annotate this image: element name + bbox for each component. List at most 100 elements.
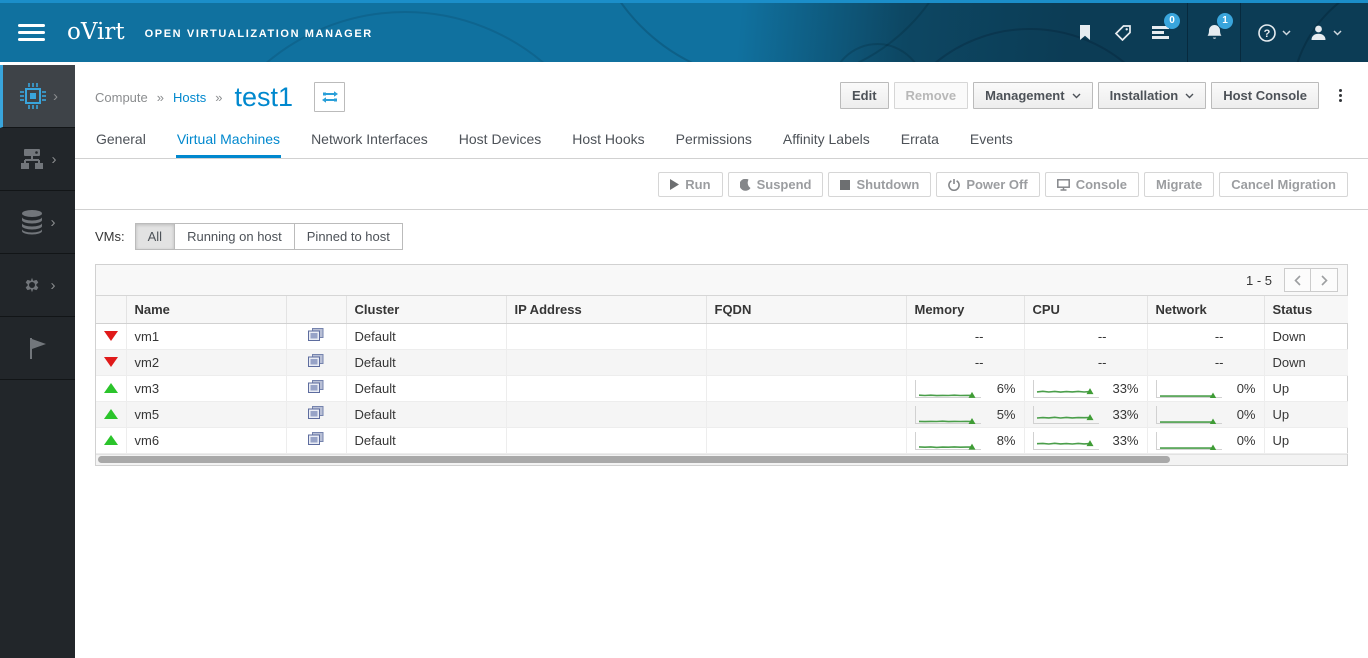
tab-host-hooks[interactable]: Host Hooks — [571, 122, 645, 158]
user-menu-button[interactable] — [1300, 2, 1352, 63]
help-menu-button[interactable]: ? — [1248, 2, 1300, 63]
page-title-host-name: test1 — [234, 84, 293, 111]
tab-virtual-machines[interactable]: Virtual Machines — [176, 122, 281, 158]
brand-logo: oVirt — [67, 21, 125, 44]
vm-ip — [506, 324, 706, 350]
network-icon — [19, 147, 45, 171]
vm-cpu-cell: -- — [1024, 350, 1147, 376]
vm-status: Down — [1264, 324, 1348, 350]
chevron-down-icon — [1282, 30, 1291, 36]
vm-cpu-cell: -- — [1024, 324, 1147, 350]
col-name[interactable]: Name — [126, 296, 286, 324]
stop-square-icon — [840, 180, 850, 190]
table-row[interactable]: vm2 Default -- -- -- Down — [96, 350, 1348, 376]
sidebar-item-events[interactable] — [0, 317, 75, 380]
migrate-button[interactable]: Migrate — [1144, 172, 1214, 197]
col-memory[interactable]: Memory — [906, 296, 1024, 324]
vm-cpu-cell: 33% — [1024, 428, 1147, 454]
sidebar-item-compute[interactable]: › — [0, 65, 75, 128]
vm-memory-cell: 5% — [906, 402, 1024, 428]
host-console-button[interactable]: Host Console — [1211, 82, 1319, 109]
table-row[interactable]: vm6 Default 8% 33% 0% Up — [96, 428, 1348, 454]
vm-memory-cell: 8% — [906, 428, 1024, 454]
filter-running-on-host-button[interactable]: Running on host — [174, 223, 295, 250]
utilization-percent: 8% — [997, 433, 1016, 448]
vm-network-cell: -- — [1147, 324, 1264, 350]
tab-general[interactable]: General — [95, 122, 147, 158]
utilization-percent: 0% — [1237, 381, 1256, 396]
utilization-percent: 0% — [1237, 433, 1256, 448]
tab-network-interfaces[interactable]: Network Interfaces — [310, 122, 429, 158]
alerts-bell-icon[interactable]: 1 — [1195, 2, 1233, 63]
filter-all-button[interactable]: All — [135, 223, 175, 250]
tab-errata[interactable]: Errata — [900, 122, 940, 158]
storage-database-icon — [20, 209, 44, 235]
utilization-sparkline — [1033, 406, 1099, 424]
horizontal-scrollbar[interactable] — [96, 454, 1347, 465]
console-button[interactable]: Console — [1045, 172, 1139, 197]
tags-icon[interactable] — [1104, 2, 1142, 63]
vm-network-cell: 0% — [1147, 376, 1264, 402]
tab-permissions[interactable]: Permissions — [675, 122, 753, 158]
col-cpu[interactable]: CPU — [1024, 296, 1147, 324]
utilization-sparkline — [1156, 406, 1222, 424]
vm-window-icon — [308, 380, 324, 394]
breadcrumb: Compute » Hosts » test1 — [95, 74, 345, 112]
col-network[interactable]: Network — [1147, 296, 1264, 324]
installation-dropdown-button[interactable]: Installation — [1098, 82, 1207, 109]
vm-name: vm2 — [126, 350, 286, 376]
main-content: Compute » Hosts » test1 Edit Remove Mana… — [75, 62, 1368, 466]
table-row[interactable]: vm5 Default 5% 33% 0% Up — [96, 402, 1348, 428]
management-dropdown-button[interactable]: Management — [973, 82, 1092, 109]
moon-icon — [740, 179, 751, 191]
breadcrumb-separator: » — [157, 90, 164, 105]
cancel-migration-button[interactable]: Cancel Migration — [1219, 172, 1348, 197]
utilization-percent: 5% — [997, 407, 1016, 422]
vm-ip — [506, 376, 706, 402]
prev-page-button[interactable] — [1284, 268, 1311, 292]
sidebar-item-storage[interactable]: › — [0, 191, 75, 254]
menu-hamburger-icon[interactable] — [18, 20, 45, 45]
nav-separator — [1187, 2, 1188, 63]
breadcrumb-hosts-link[interactable]: Hosts — [173, 90, 206, 105]
next-page-button[interactable] — [1311, 268, 1338, 292]
suspend-button[interactable]: Suspend — [728, 172, 824, 197]
run-button[interactable]: Run — [658, 172, 722, 197]
switch-host-button[interactable] — [314, 82, 345, 112]
scrollbar-thumb[interactable] — [98, 456, 1170, 463]
vm-network-cell: 0% — [1147, 428, 1264, 454]
utilization-sparkline — [1156, 380, 1222, 398]
tasks-icon[interactable]: 0 — [1142, 2, 1180, 63]
kebab-menu-icon[interactable] — [1333, 85, 1348, 106]
sidebar-item-administration[interactable]: › — [0, 254, 75, 317]
vm-name: vm5 — [126, 402, 286, 428]
edit-button[interactable]: Edit — [840, 82, 889, 109]
tab-events[interactable]: Events — [969, 122, 1014, 158]
bookmarks-icon[interactable] — [1066, 2, 1104, 63]
power-off-button[interactable]: Power Off — [936, 172, 1039, 197]
shutdown-button[interactable]: Shutdown — [828, 172, 931, 197]
pagination-range: 1 - 5 — [1246, 273, 1272, 288]
vm-state-arrow-icon — [104, 331, 118, 341]
col-fqdn[interactable]: FQDN — [706, 296, 906, 324]
vm-state-arrow-icon — [104, 409, 118, 419]
vm-cluster: Default — [346, 350, 506, 376]
masthead: oVirt OPEN VIRTUALIZATION MANAGER 0 1 ? — [0, 0, 1368, 62]
chevron-right-icon: › — [51, 278, 56, 293]
breadcrumb-separator: » — [215, 90, 222, 105]
table-row[interactable]: vm3 Default 6% 33% 0% Up — [96, 376, 1348, 402]
vm-name: vm3 — [126, 376, 286, 402]
col-status[interactable]: Status — [1264, 296, 1348, 324]
tab-host-devices[interactable]: Host Devices — [458, 122, 542, 158]
sidebar-item-network[interactable]: › — [0, 128, 75, 191]
col-ip[interactable]: IP Address — [506, 296, 706, 324]
tab-affinity-labels[interactable]: Affinity Labels — [782, 122, 871, 158]
vm-filter-group: All Running on host Pinned to host — [135, 223, 403, 250]
col-cluster[interactable]: Cluster — [346, 296, 506, 324]
play-icon — [670, 179, 679, 190]
vm-fqdn — [706, 324, 906, 350]
filter-pinned-to-host-button[interactable]: Pinned to host — [294, 223, 403, 250]
table-row[interactable]: vm1 Default -- -- -- Down — [96, 324, 1348, 350]
table-header-row: Name Cluster IP Address FQDN Memory CPU … — [96, 296, 1348, 324]
gear-icon — [20, 273, 44, 297]
